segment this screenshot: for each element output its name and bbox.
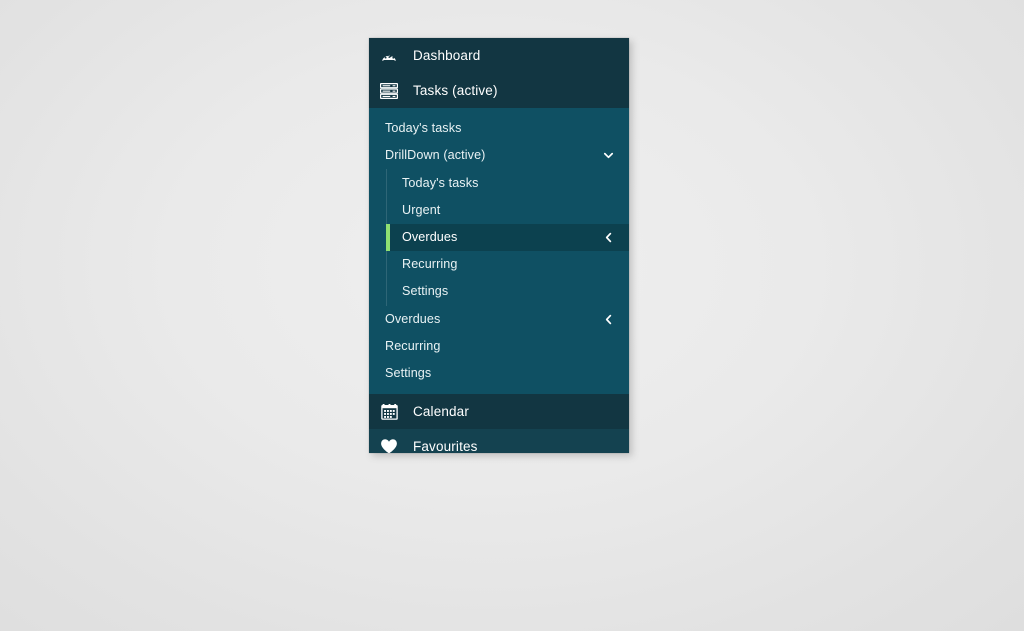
submenu-item-label: Overdues [385,312,441,327]
tasks-submenu: Today's tasks DrillDown (active) Today's… [369,108,629,394]
submenu-item-settings[interactable]: Settings [369,360,629,387]
nested-item-overdues[interactable]: Overdues [386,224,629,251]
nested-item-label: Recurring [402,257,458,272]
navigation-panel: Dashboard Tasks (active) Today's tasks D… [369,38,629,453]
nested-item-todays-tasks[interactable]: Today's tasks [386,170,629,197]
sidebar-item-label: Calendar [413,403,469,419]
list-stack-icon [380,82,398,100]
submenu-item-drilldown[interactable]: DrillDown (active) [369,142,629,169]
nested-item-label: Today's tasks [402,176,479,191]
submenu-item-todays-tasks[interactable]: Today's tasks [369,115,629,142]
nested-item-settings[interactable]: Settings [386,278,629,305]
nested-item-recurring[interactable]: Recurring [386,251,629,278]
chevron-left-icon[interactable] [601,313,615,327]
nested-item-label: Settings [402,284,449,299]
active-accent-bar [386,224,390,251]
gauge-icon [380,47,398,65]
sidebar-item-calendar[interactable]: Calendar [369,394,629,429]
submenu-item-label: Recurring [385,339,441,354]
chevron-left-icon[interactable] [601,231,615,245]
calendar-icon [380,403,398,421]
submenu-item-label: DrillDown (active) [385,148,486,163]
nested-item-label: Urgent [402,203,441,218]
submenu-item-label: Settings [385,366,432,381]
submenu-item-label: Today's tasks [385,121,462,136]
nested-item-urgent[interactable]: Urgent [386,197,629,224]
sidebar-item-label: Favourites [413,438,478,453]
sidebar-item-dashboard[interactable]: Dashboard [369,38,629,73]
nested-item-label: Overdues [402,230,458,245]
sidebar-item-label: Dashboard [413,47,481,63]
chevron-down-icon[interactable] [601,149,615,163]
sidebar-item-tasks[interactable]: Tasks (active) [369,73,629,108]
sidebar-item-favourites[interactable]: Favourites [369,429,629,453]
drilldown-nested-group: Today's tasks Urgent Overdues Recurring … [386,169,629,306]
submenu-item-recurring[interactable]: Recurring [369,333,629,360]
submenu-item-overdues[interactable]: Overdues [369,306,629,333]
sidebar-item-label: Tasks (active) [413,82,498,98]
heart-icon [380,438,398,453]
